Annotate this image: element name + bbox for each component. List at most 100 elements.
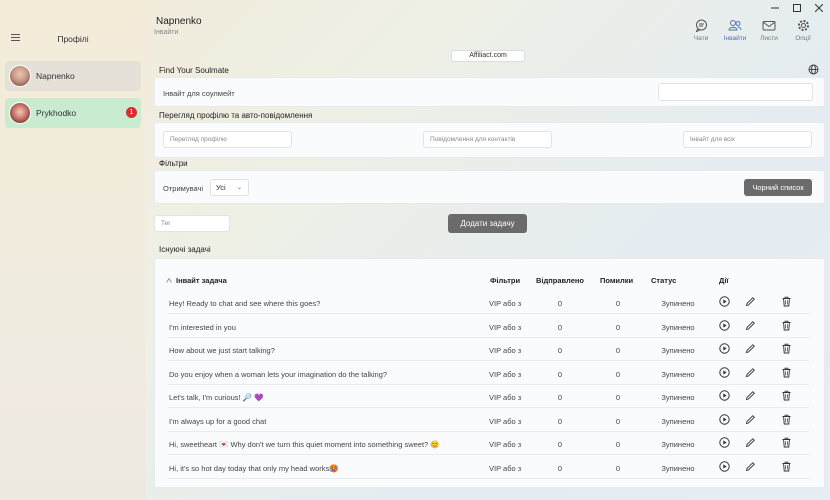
edit-icon[interactable] [745,390,757,402]
recipients-value: Усі [216,183,226,192]
play-icon[interactable] [719,343,731,355]
table-row: Do you enjoy when a woman lets your imag… [168,362,809,385]
chevron-down-icon: ⌄ [236,185,242,191]
profile-name: Prykhodko [36,108,77,118]
task-sent: 0 [557,393,563,402]
profile-view-section-title: Перегляд профілю та авто-повідомлення [159,111,313,120]
task-sent: 0 [557,440,563,449]
task-filters: VIP або з [489,322,522,332]
task-status: Зупинено [661,463,695,473]
edit-icon[interactable] [745,414,757,426]
task-errors: 0 [615,416,621,426]
task-sent: 0 [557,299,563,308]
tab-letters[interactable]: Листи [752,19,786,42]
task-invite-text: Hi, it's so hot day today that only my h… [169,463,339,473]
tab-label: Листи [760,35,778,42]
blacklist-button[interactable]: Чорний список [744,179,812,196]
task-errors: 0 [615,322,621,332]
sort-icon[interactable] [166,278,172,283]
avatar [9,102,31,124]
play-icon[interactable] [719,413,731,426]
edit-icon[interactable] [745,437,757,449]
task-filters: VIP або з [489,346,522,355]
column-header-errors[interactable]: Помилки [600,276,633,285]
column-header-invite[interactable]: Інвайт задача [176,276,227,285]
task-invite-text: Hi, sweetheart 💌 Why don't we turn this … [169,440,440,449]
delete-icon[interactable] [781,343,793,355]
edit-icon[interactable] [745,343,757,355]
column-header-sent[interactable]: Відправлено [536,276,584,285]
play-icon[interactable] [719,296,731,308]
tab-chats[interactable]: Чати [684,19,718,42]
tab-label: Інвайти [723,35,747,42]
delete-icon[interactable] [781,296,793,308]
delete-icon[interactable] [781,390,793,402]
task-status: Зупинено [661,346,695,355]
page-title: Napnenko [156,16,202,27]
profile-item-napnenko[interactable]: Napnenko [5,61,141,91]
table-row: How about we just start talking? VIP або … [168,338,809,361]
task-status: Зупинено [661,416,695,426]
profiles-sidebar: Профілі Napnenko Prykhodko 1 [0,0,146,500]
soulmate-section-title: Find Your Soulmate [159,66,229,75]
profile-item-prykhodko[interactable]: Prykhodko 1 [5,98,141,128]
gear-icon [797,20,809,31]
filters-section-title: Фільтри [159,159,188,168]
task-filters: VIP або з [489,440,522,449]
close-icon[interactable] [808,0,830,16]
column-header-actions: Дії [719,276,729,285]
recipients-select[interactable]: Усі ⌄ [210,179,249,196]
globe-icon[interactable] [808,64,819,77]
tab-options[interactable]: Опції [786,19,820,42]
play-icon[interactable] [719,319,731,332]
task-invite-text: Let's talk, I'm curious! 🔎 💜 [169,393,264,402]
table-row: Hi, sweetheart 💌 Why don't we turn this … [168,432,809,455]
table-row: I'm interested in you VIP або з 0 0 Зупинено [168,315,809,338]
task-errors: 0 [615,393,621,402]
tab-invites[interactable]: Інвайти [718,19,752,42]
edit-icon[interactable] [745,367,757,379]
task-invite-text: How about we just start talking? [169,346,275,355]
table-row: Hi, it's so hot day today that only my h… [168,456,809,479]
chat-icon [695,19,707,32]
soulmate-invite-input[interactable] [658,83,813,101]
task-filters: VIP або з [489,369,522,379]
contacts-message-input[interactable]: Повідомлення для контактів [423,131,552,148]
table-row: I'm always up for a good chat VIP або з 0 0… [168,409,809,432]
task-sent: 0 [557,416,563,426]
play-icon[interactable] [719,460,731,473]
task-errors: 0 [615,346,621,355]
delete-icon[interactable] [781,367,793,379]
add-task-button[interactable]: Додати задачу [448,214,527,233]
edit-icon[interactable] [745,296,757,308]
users-icon [728,20,742,31]
play-icon[interactable] [719,390,731,402]
filters-panel: Отримувачі [154,170,825,204]
task-status: Зупинено [661,322,695,332]
column-header-filters[interactable]: Фільтри [490,276,520,285]
play-icon[interactable] [719,437,731,449]
unread-badge: 1 [126,107,137,118]
column-header-status[interactable]: Статус [651,276,676,285]
sidebar-title: Профілі [57,34,89,44]
task-filters: VIP або з [489,299,522,308]
delete-icon[interactable] [781,414,793,426]
affiliate-link[interactable]: Affiliact.com [451,50,525,62]
tab-label: Чати [693,35,709,42]
play-icon[interactable] [719,366,731,379]
tag-input[interactable]: Тег [154,215,230,232]
maximize-icon[interactable] [786,0,808,16]
delete-icon[interactable] [781,437,793,449]
edit-icon[interactable] [745,461,757,473]
delete-icon[interactable] [781,320,793,332]
delete-icon[interactable] [781,461,793,473]
task-filters: VIP або з [489,393,522,402]
task-errors: 0 [615,440,621,449]
invite-all-input[interactable]: Інвайт для всіх [683,131,812,148]
profile-name: Napnenko [36,71,75,81]
table-row: Hey! Ready to chat and see where this go… [168,291,809,314]
edit-icon[interactable] [745,320,757,332]
profile-view-input[interactable]: Перегляд профілю [163,131,292,148]
mail-icon [762,21,776,31]
minimize-icon[interactable] [764,0,786,16]
